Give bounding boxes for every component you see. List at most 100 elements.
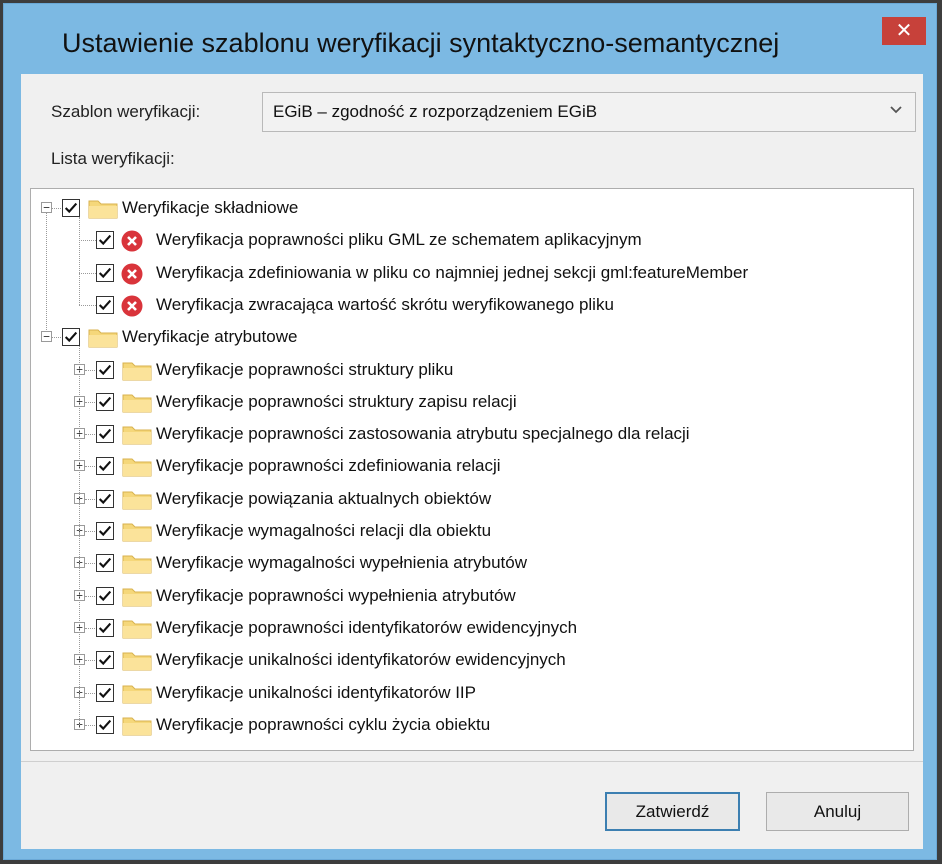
tree-item[interactable]: + Weryfikacje wymagalności relacji dla ob…: [31, 518, 911, 546]
tree-item-label: Weryfikacje unikalności identyfikatorów …: [156, 650, 566, 670]
tree-checkbox[interactable]: [96, 683, 114, 702]
tree-item[interactable]: + Weryfikacje poprawności cyklu życia obi…: [31, 712, 911, 740]
tree-connector: [79, 304, 96, 306]
tree-checkbox[interactable]: [96, 360, 114, 379]
tree-item-label: Weryfikacja zdefiniowania w pliku co naj…: [156, 262, 749, 282]
tree-connector: [85, 434, 95, 436]
tree-item-label: Weryfikacje poprawności struktury pliku: [156, 359, 454, 379]
tree-connector: [85, 627, 95, 629]
tree-item-label: Weryfikacje wymagalności relacji dla obi…: [156, 521, 492, 540]
folder-icon: [122, 617, 152, 644]
tree-item[interactable]: + Weryfikacje unikalności identyfikatorów…: [31, 680, 911, 708]
folder-icon: [122, 682, 152, 709]
tree-checkbox[interactable]: [96, 231, 114, 250]
tree-checkbox[interactable]: [62, 328, 80, 347]
tree-checkbox[interactable]: [96, 425, 114, 444]
verification-tree[interactable]: − Weryfikacje składniowe Weryfikacja popra…: [30, 188, 914, 751]
tree-connector: [79, 272, 96, 274]
template-label: Szablon weryfikacji:: [51, 102, 201, 121]
window-title: Ustawienie szablonu weryfikacji syntakty…: [62, 28, 780, 58]
dialog-window: Ustawienie szablonu weryfikacji syntakty…: [3, 3, 937, 860]
template-select-value: EGiB – zgodność z rozporządzeniem EGiB: [273, 102, 598, 121]
tree-checkbox[interactable]: [96, 522, 114, 540]
chevron-down-icon: [890, 106, 902, 114]
footer-separator: [21, 761, 923, 762]
tree-connector: [85, 401, 95, 403]
tree-item-label: Weryfikacje poprawności struktury zapisu…: [156, 391, 517, 411]
cancel-button[interactable]: Anuluj: [766, 792, 909, 831]
tree-item[interactable]: + Weryfikacje unikalności identyfikatorów…: [31, 647, 911, 675]
folder-icon: [88, 326, 118, 353]
tree-item[interactable]: Weryfikacja zwracająca wartość skrótu we…: [31, 292, 911, 320]
tree-checkbox[interactable]: [96, 392, 114, 411]
confirm-button[interactable]: Zatwierdź: [605, 792, 740, 831]
tree-group[interactable]: − Weryfikacje atrybutowe: [31, 324, 911, 352]
tree-connector: [79, 217, 80, 305]
tree-item-label: Weryfikacje unikalności identyfikatorów …: [156, 682, 476, 702]
tree-connector: [85, 531, 95, 532]
tree-connector: [79, 240, 96, 242]
tree-checkbox[interactable]: [96, 651, 114, 670]
tree-item[interactable]: + Weryfikacje poprawności wypełnienia atr…: [31, 583, 911, 611]
tree-item[interactable]: + Weryfikacje poprawności zdefiniowania r…: [31, 453, 911, 481]
tree-item-label: Weryfikacje poprawności wypełnienia atry…: [156, 585, 516, 605]
error-icon: [120, 262, 144, 291]
tree-connector: [85, 466, 95, 468]
tree-connector: [52, 337, 61, 339]
tree-item-label: Weryfikacje powiązania aktualnych obiekt…: [156, 488, 492, 508]
tree-item-label: Weryfikacje poprawności zastosowania atr…: [156, 424, 690, 444]
folder-icon: [122, 585, 152, 612]
tree-item[interactable]: + Weryfikacje poprawności identyfikatorów…: [31, 615, 911, 643]
tree-item[interactable]: + Weryfikacje poprawności struktury zapis…: [31, 389, 911, 417]
tree-connector: [85, 692, 95, 694]
tree-item[interactable]: + Weryfikacje powiązania aktualnych obiek…: [31, 486, 911, 514]
folder-icon: [122, 391, 152, 418]
list-label: Lista weryfikacji:: [51, 149, 175, 168]
tree-connector: [85, 595, 95, 597]
folder-icon: [122, 520, 152, 547]
tree-item-label: Weryfikacje poprawności identyfikatorów …: [156, 617, 578, 637]
tree-group[interactable]: − Weryfikacje składniowe: [31, 195, 911, 223]
tree-connector: [52, 208, 61, 209]
tree-item[interactable]: + Weryfikacje poprawności zastosowania at…: [31, 421, 911, 449]
tree-checkbox[interactable]: [96, 263, 114, 282]
tree-group-label: Weryfikacje składniowe: [122, 198, 299, 217]
tree-checkbox[interactable]: [62, 199, 80, 217]
tree-connector: [79, 346, 80, 725]
tree-checkbox[interactable]: [96, 457, 114, 476]
template-select[interactable]: EGiB – zgodność z rozporządzeniem EGiB: [262, 92, 916, 132]
tree-checkbox[interactable]: [96, 586, 114, 605]
tree-item-label: Weryfikacja poprawności pliku GML ze sch…: [156, 230, 642, 250]
tree-item[interactable]: Weryfikacja zdefiniowania w pliku co naj…: [31, 260, 911, 288]
tree-connector: [85, 369, 95, 371]
tree-item-label: Weryfikacje wymagalności wypełnienia atr…: [156, 553, 528, 573]
folder-icon: [88, 197, 118, 224]
close-button[interactable]: ✕: [882, 17, 926, 45]
tree-item[interactable]: + Weryfikacje poprawności struktury pliku: [31, 357, 911, 385]
tree-connector: [85, 660, 95, 662]
folder-icon: [122, 423, 152, 450]
folder-icon: [122, 359, 152, 386]
tree-checkbox[interactable]: [96, 489, 114, 508]
tree-group-label: Weryfikacje atrybutowe: [122, 327, 298, 347]
tree-item-label: Weryfikacje poprawności zdefiniowania re…: [156, 456, 501, 476]
tree-checkbox[interactable]: [96, 295, 114, 314]
folder-icon: [122, 714, 152, 741]
tree-connector: [85, 563, 95, 565]
tree-checkbox[interactable]: [96, 554, 114, 573]
tree-item-label: Weryfikacje poprawności cyklu życia obie…: [156, 714, 491, 734]
folder-icon: [122, 488, 152, 515]
folder-icon: [122, 455, 152, 482]
tree-item-label: Weryfikacja zwracająca wartość skrótu we…: [156, 294, 614, 314]
collapse-icon[interactable]: −: [41, 202, 52, 213]
tree-connector: [46, 213, 47, 335]
tree-connector: [85, 498, 95, 500]
tree-item[interactable]: + Weryfikacje wymagalności wypełnienia at…: [31, 550, 911, 578]
tree-checkbox[interactable]: [96, 618, 114, 637]
folder-icon: [122, 649, 152, 676]
error-icon: [120, 294, 144, 323]
tree-connector: [85, 724, 95, 726]
tree-checkbox[interactable]: [96, 715, 114, 734]
tree-item[interactable]: Weryfikacja poprawności pliku GML ze sch…: [31, 227, 911, 255]
collapse-icon[interactable]: −: [41, 331, 52, 343]
